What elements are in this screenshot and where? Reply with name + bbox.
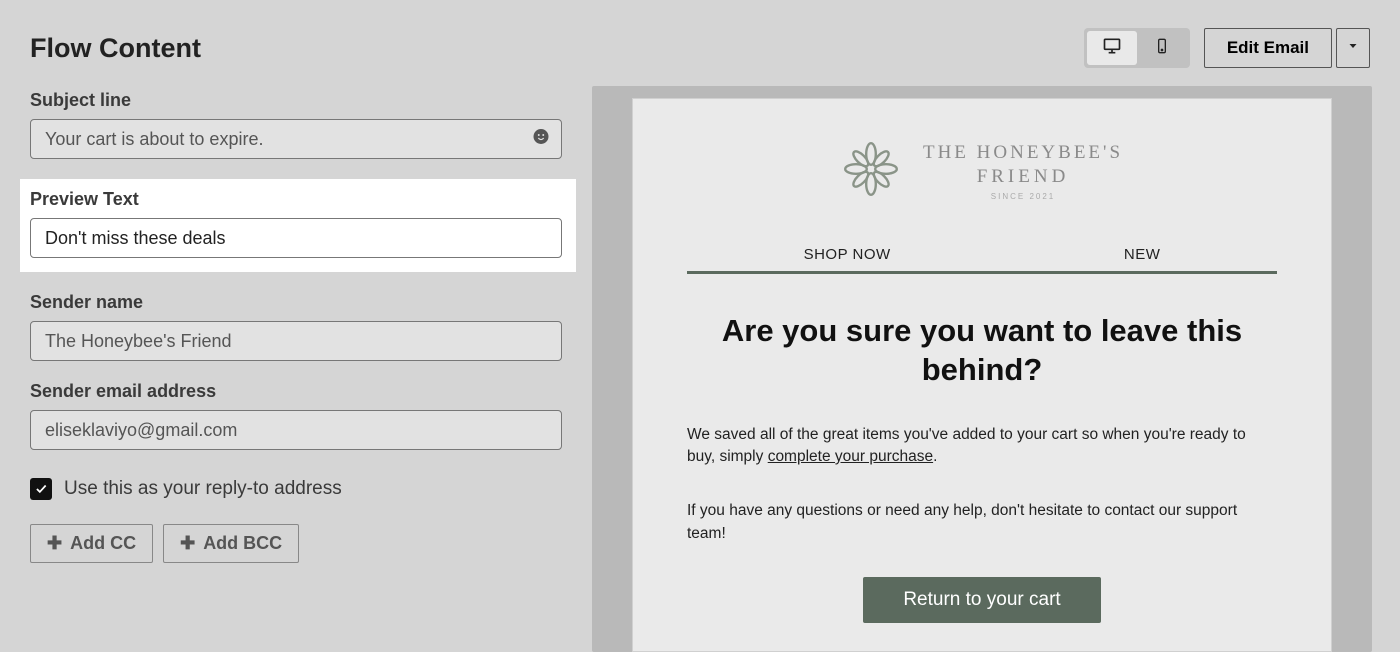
subject-line-field: Subject line	[30, 90, 562, 159]
sender-name-field: Sender name	[30, 292, 562, 361]
sender-name-input[interactable]	[30, 321, 562, 361]
desktop-toggle-button[interactable]	[1087, 31, 1137, 65]
nav-new[interactable]: NEW	[1124, 246, 1161, 263]
add-bcc-button[interactable]: ✚ Add BCC	[163, 524, 299, 563]
subject-line-label: Subject line	[30, 90, 562, 111]
flower-logo-icon	[841, 139, 901, 204]
preview-text-label: Preview Text	[30, 189, 562, 210]
return-to-cart-button[interactable]: Return to your cart	[863, 577, 1100, 623]
email-paragraph-1-tail: .	[933, 448, 937, 465]
preview-text-input[interactable]	[30, 218, 562, 258]
device-toggle	[1084, 28, 1190, 68]
add-cc-label: Add CC	[70, 533, 136, 554]
sender-email-input[interactable]	[30, 410, 562, 450]
add-cc-button[interactable]: ✚ Add CC	[30, 524, 153, 563]
nav-divider	[687, 271, 1277, 274]
edit-email-button[interactable]: Edit Email	[1204, 28, 1332, 68]
add-bcc-label: Add BCC	[203, 533, 282, 554]
email-nav: SHOP NOW NEW	[687, 246, 1277, 263]
sender-name-label: Sender name	[30, 292, 562, 313]
edit-email-dropdown-button[interactable]	[1336, 28, 1370, 68]
email-headline: Are you sure you want to leave this behi…	[687, 312, 1277, 390]
mobile-icon	[1154, 35, 1170, 62]
emoji-picker-icon[interactable]	[532, 128, 550, 151]
page-title: Flow Content	[30, 33, 201, 64]
desktop-icon	[1101, 36, 1123, 61]
sender-email-label: Sender email address	[30, 381, 562, 402]
brand-tagline: SINCE 2021	[923, 192, 1123, 202]
mobile-toggle-button[interactable]	[1137, 31, 1187, 65]
email-paragraph-1: We saved all of the great items you've a…	[687, 424, 1277, 469]
plus-icon: ✚	[180, 533, 195, 554]
caret-down-icon	[1347, 39, 1359, 57]
reply-to-label: Use this as your reply-to address	[64, 478, 342, 500]
brand-header: THE HONEYBEE'S FRIEND SINCE 2021	[633, 139, 1331, 204]
sender-email-field: Sender email address	[30, 381, 562, 450]
brand-name-line1: THE HONEYBEE'S	[923, 141, 1123, 166]
email-paragraph-2: If you have any questions or need any he…	[687, 500, 1277, 545]
preview-text-field: Preview Text	[20, 179, 576, 272]
email-preview-page: THE HONEYBEE'S FRIEND SINCE 2021 SHOP NO…	[632, 98, 1332, 652]
subject-line-input[interactable]	[30, 119, 562, 159]
reply-to-checkbox[interactable]	[30, 478, 52, 500]
plus-icon: ✚	[47, 533, 62, 554]
email-preview-pane: THE HONEYBEE'S FRIEND SINCE 2021 SHOP NO…	[592, 86, 1372, 652]
brand-name-line2: FRIEND	[923, 165, 1123, 190]
complete-purchase-link[interactable]: complete your purchase	[768, 448, 933, 465]
nav-shop-now[interactable]: SHOP NOW	[804, 246, 891, 263]
